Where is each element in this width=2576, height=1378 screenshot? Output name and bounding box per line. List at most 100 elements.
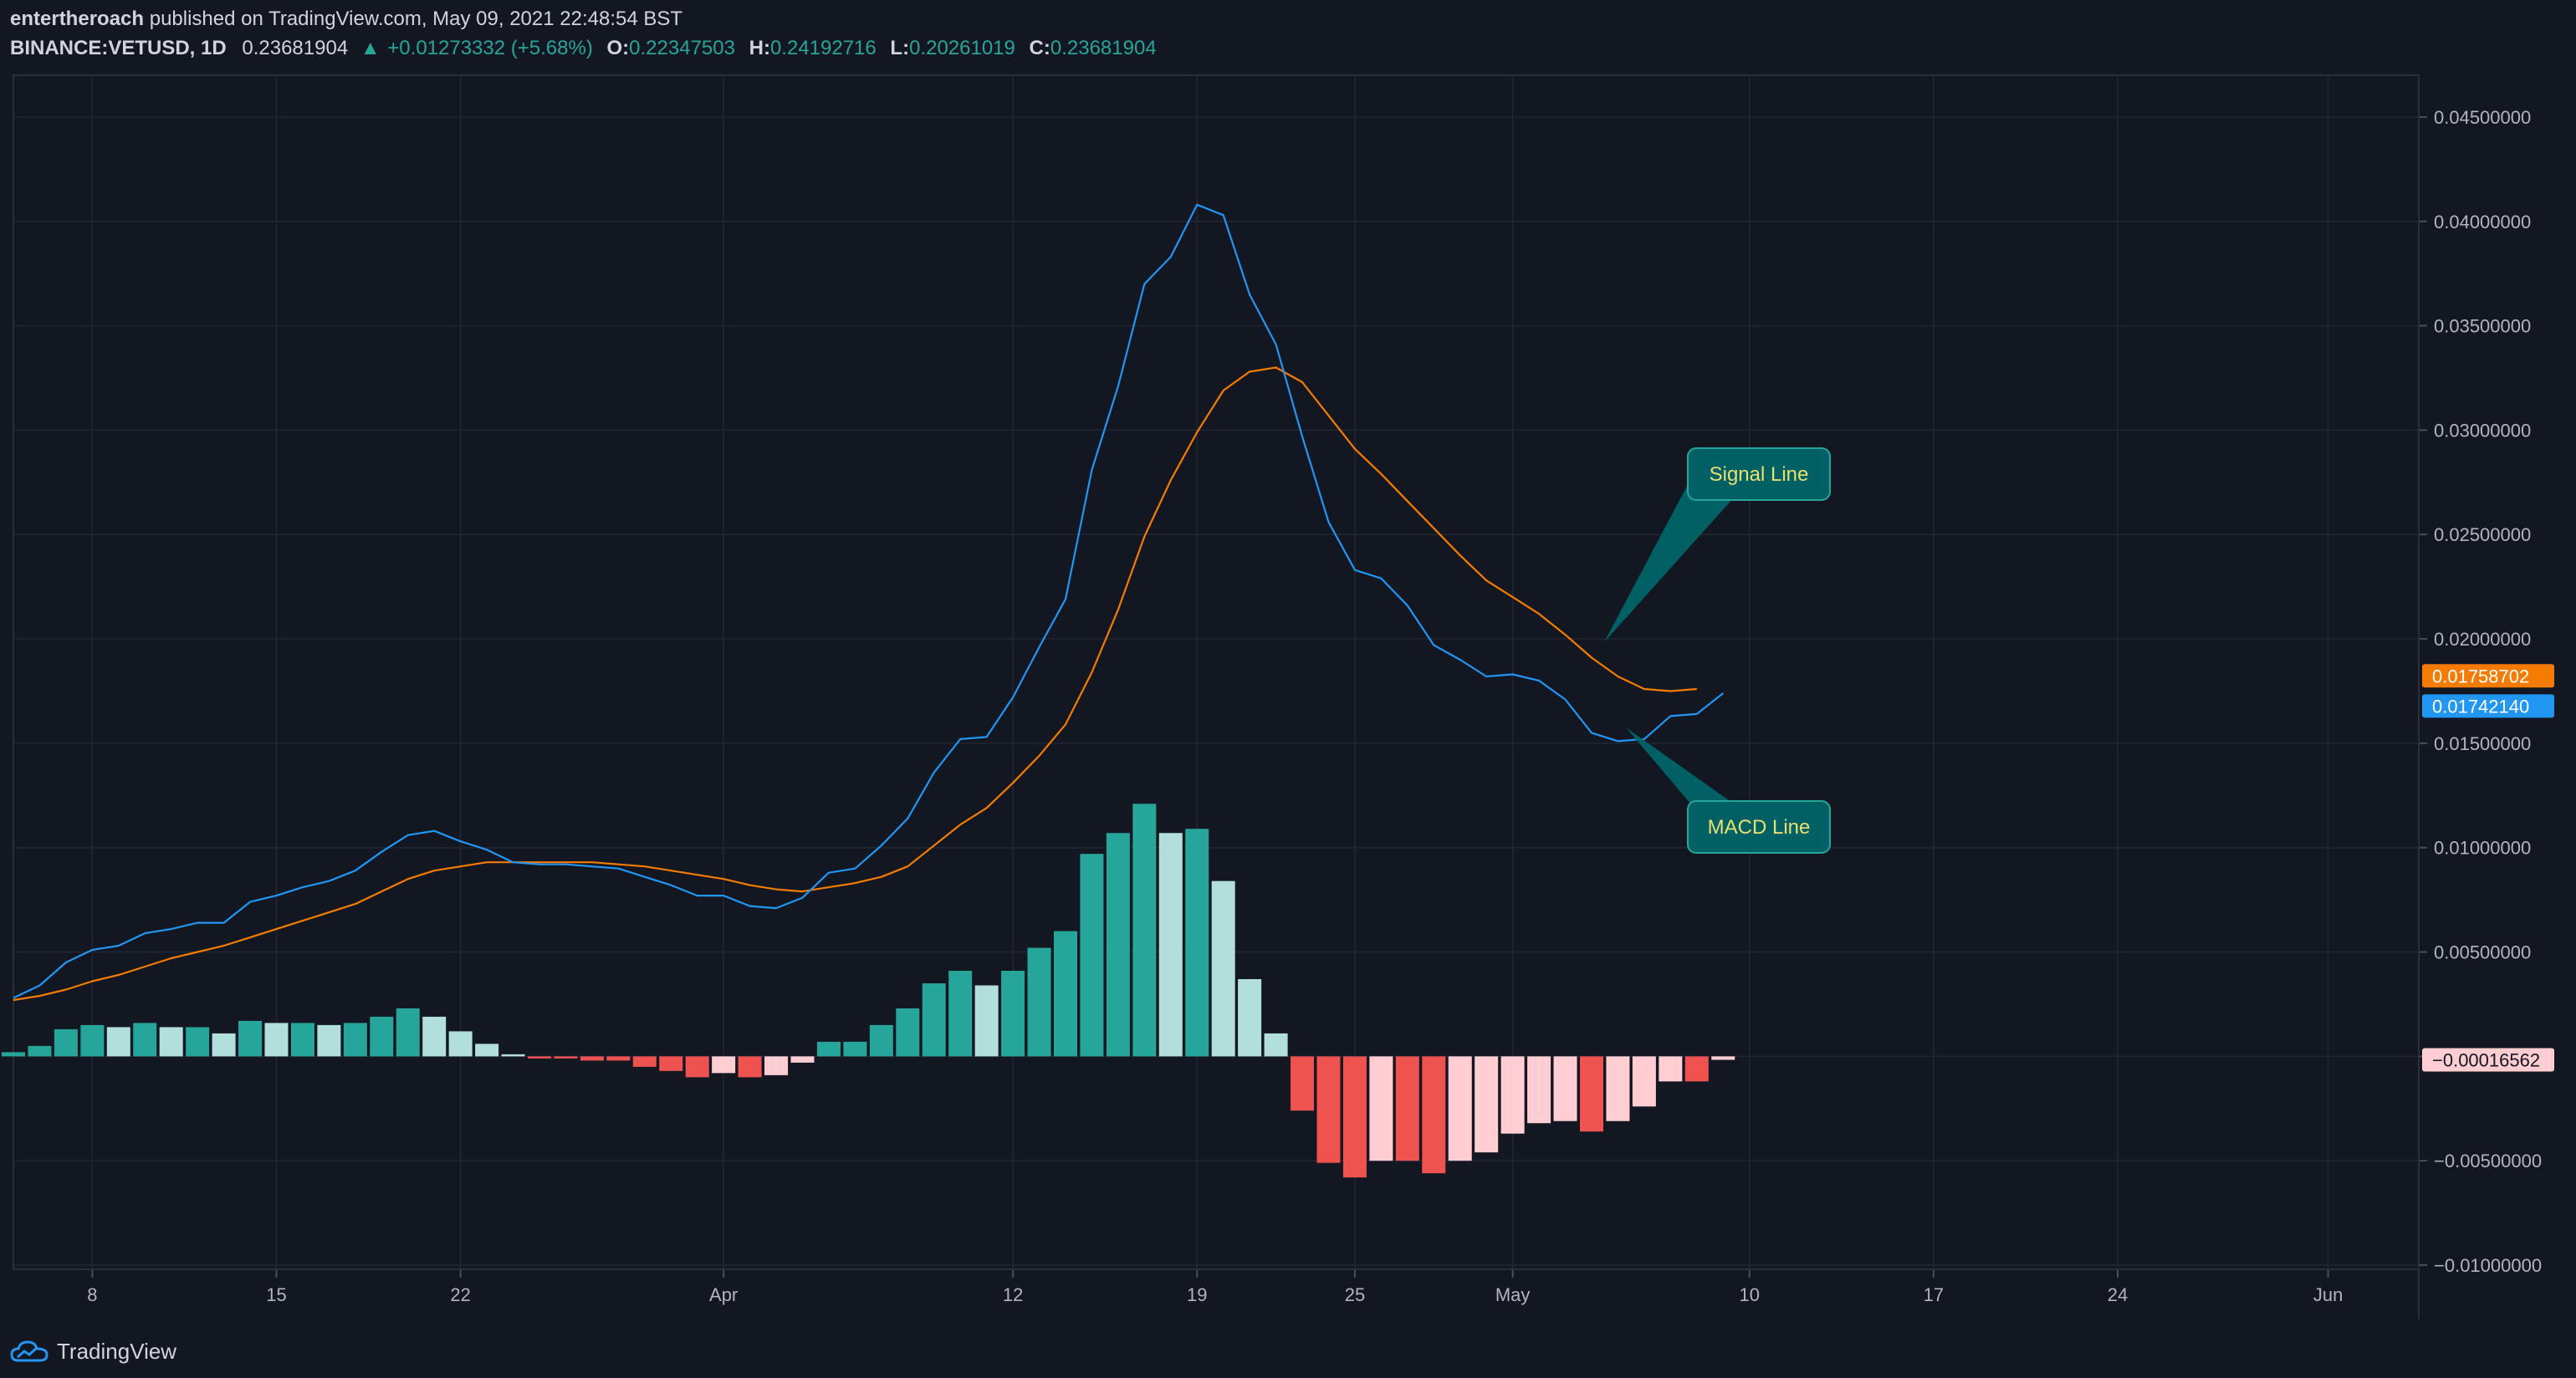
x-tick-label: 12 [1003,1284,1023,1305]
y-tick-label: 0.04500000 [2434,107,2531,128]
histogram-bar [1185,829,1209,1057]
histogram-bar [448,1031,473,1057]
y-tick-label: 0.02500000 [2434,524,2531,545]
histogram-bar [1342,1056,1367,1178]
histogram-bar [1158,833,1183,1057]
histogram-bar [1054,931,1077,1057]
histogram-bar [159,1027,183,1057]
histogram-bar [1211,880,1235,1057]
histogram-bar [1395,1056,1419,1161]
x-tick-label: 15 [266,1284,286,1305]
x-tick-label: 19 [1187,1284,1207,1305]
y-tick-label: 0.01000000 [2434,838,2531,859]
histogram-bar [501,1054,525,1057]
histogram-bar [554,1056,578,1059]
histogram-bar [948,971,973,1057]
price-label-text: 0.01758702 [2432,666,2529,686]
histogram-bar [1264,1033,1288,1057]
histogram-bar [80,1024,105,1057]
histogram-bar [2,1052,25,1057]
histogram-bar [1369,1056,1393,1161]
axis-layer[interactable]: 0.04500000 0.04000000 0.03500000 0.03000000… [13,75,2554,1319]
histogram-layer [2,804,1735,1178]
histogram-bar [370,1016,394,1057]
x-tick-label: May [1495,1284,1531,1305]
histogram-bar [317,1024,341,1057]
price-label-text: 0.01742140 [2432,696,2529,717]
grid-layer [13,74,2420,1270]
histogram-bar [659,1056,683,1071]
signal-callout-pointer [1604,478,1735,642]
histogram-bar [869,1024,893,1057]
histogram-bar [1291,1056,1315,1111]
histogram-bar [1711,1056,1735,1060]
brand-name: TradingView [57,1338,177,1364]
macd-callout-label: MACD Line [1708,816,1811,839]
histogram-bar [1553,1056,1577,1121]
histogram-bar [685,1056,709,1078]
histogram-bar [922,982,946,1057]
histogram-bar [1659,1056,1683,1082]
x-tick-label: 24 [2108,1284,2128,1305]
histogram-bar [790,1056,815,1063]
histogram-bar [1606,1056,1630,1121]
histogram-bar [264,1023,289,1057]
signal-line [13,366,1697,1002]
y-tick-label: 0.03500000 [2434,316,2531,337]
y-tick-label: 0.02000000 [2434,629,2531,650]
histogram-bar [28,1045,52,1057]
histogram-bar [1106,833,1130,1057]
histogram-bar [1684,1056,1709,1082]
histogram-bar [1132,804,1157,1057]
macd-chart[interactable]: 0.04500000 0.04000000 0.03500000 0.03000000… [0,0,2576,1378]
histogram-bar [396,1008,420,1057]
lines-layer [13,203,1724,1002]
histogram-bar [1422,1056,1446,1174]
histogram-bar [1448,1056,1472,1161]
histogram-bar [54,1028,78,1057]
histogram-bar [843,1041,867,1057]
tradingview-logo-icon [10,1340,49,1362]
y-tick-label: 0.03000000 [2434,420,2531,441]
histogram-bar [290,1023,314,1057]
histogram-bar [1527,1056,1551,1124]
histogram-bar [580,1056,604,1061]
macd-line [13,203,1724,999]
histogram-bar [816,1041,841,1057]
histogram-bar [606,1056,631,1061]
price-label-text: −0.00016562 [2432,1049,2540,1070]
histogram-bar [712,1056,736,1074]
histogram-bar [1238,978,1262,1057]
y-tick-label: −0.01000000 [2434,1255,2542,1276]
histogram-bar [1027,947,1051,1057]
signal-callout-label: Signal Line [1710,463,1809,486]
x-tick-label: 25 [1345,1284,1365,1305]
histogram-bar [1580,1056,1603,1132]
y-tick-label: −0.00500000 [2434,1151,2542,1171]
tradingview-brand[interactable]: TradingView [10,1335,176,1368]
histogram-bar [212,1033,236,1057]
histogram-bar [106,1027,130,1057]
histogram-bar [632,1056,657,1067]
histogram-bar [896,1008,920,1057]
y-tick-label: 0.01500000 [2434,733,2531,754]
x-tick-label: 8 [87,1284,97,1305]
histogram-bar [343,1023,367,1057]
x-tick-label: Apr [709,1284,738,1305]
histogram-bar [133,1023,157,1057]
plot-frame [13,74,2420,1270]
histogram-bar [1001,971,1025,1057]
histogram-bar [764,1056,789,1075]
histogram-bar [1080,854,1104,1057]
histogram-bar [186,1027,210,1057]
x-tick-label: Jun [2313,1284,2343,1305]
histogram-bar [1632,1056,1656,1107]
histogram-bar [974,985,999,1057]
x-tick-label: 22 [450,1284,470,1305]
y-tick-label: 0.04000000 [2434,212,2531,232]
histogram-bar [1316,1056,1341,1163]
histogram-bar [1475,1056,1499,1153]
histogram-bar [238,1020,263,1057]
histogram-bar [422,1016,447,1057]
y-tick-label: 0.00500000 [2434,942,2531,963]
